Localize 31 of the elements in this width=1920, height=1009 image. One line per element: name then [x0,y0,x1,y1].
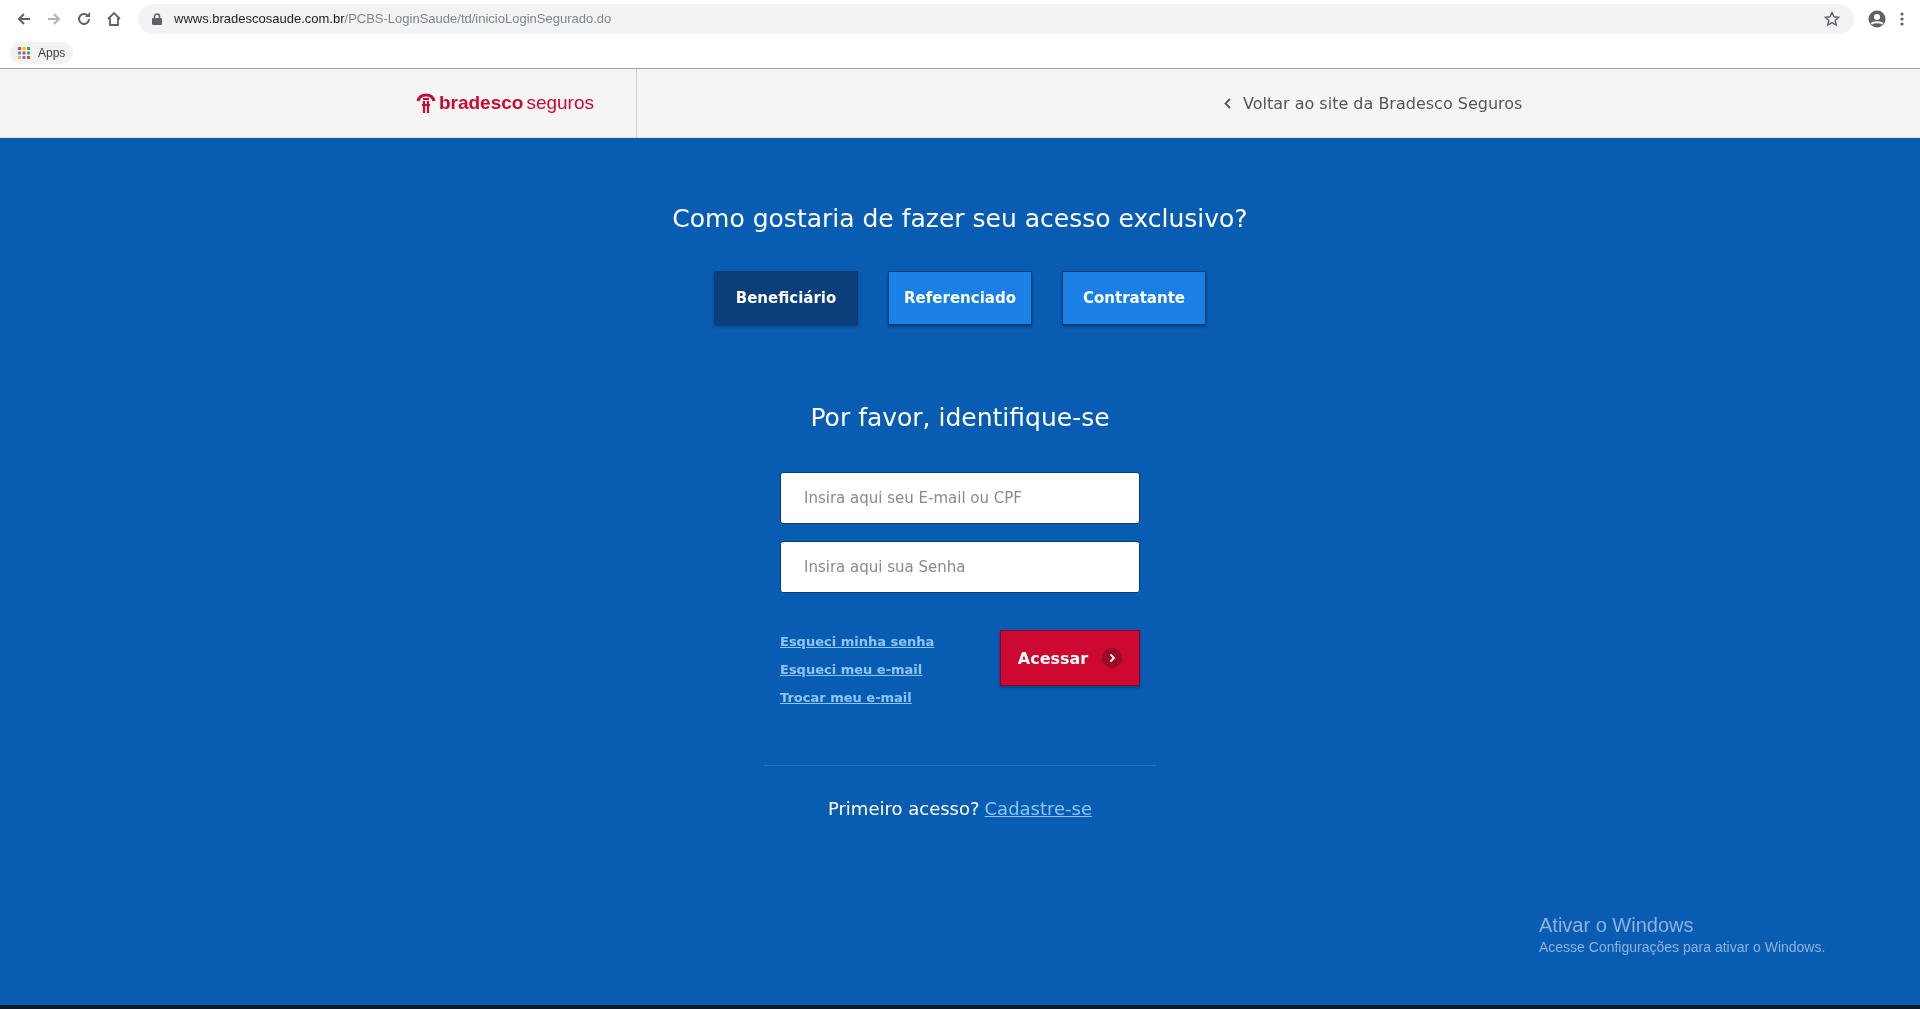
help-link[interactable]: Esqueci meu e-mail [780,662,935,677]
section-heading: Como gostaria de fazer seu acesso exclusivo? [672,204,1248,233]
help-link[interactable]: Trocar meu e-mail [780,690,935,705]
password-field[interactable]: Insira aqui sua Senha [780,541,1140,593]
first-access-text: Primeiro acesso? [827,798,980,819]
lock-icon [152,12,162,25]
chevron-right-circle-icon [1102,648,1123,668]
tree-logo-icon [415,92,436,114]
account-icon[interactable] [1868,9,1886,28]
activation-text: Acesse Configurações para ativar o Windows. [1539,939,1826,955]
user-type-tab[interactable]: Contratante [1062,271,1206,325]
apps-grid-icon [18,46,30,59]
user-type-tab[interactable]: Referenciado [888,271,1032,325]
submit-button[interactable]: Acessar [1000,630,1140,686]
register-link[interactable]: Cadastre-se [984,798,1093,819]
bookmark-button[interactable]: Apps [10,41,74,64]
star-icon[interactable] [1824,10,1840,27]
bradesco-seguros-logo[interactable]: bradesco seguros [415,92,594,114]
activation-title: Ativar o Windows [1539,914,1695,937]
email-cpf-field[interactable]: Insira aqui seu E-mail ou CPF [780,472,1140,524]
address-bar[interactable]: wwws.bradescosaude.com.br/PCBS-LoginSaude/td/inicioLoginSegurado.do [138,3,1854,34]
more-menu-icon[interactable] [1900,11,1904,26]
help-link[interactable]: Esqueci minha senha [780,634,935,649]
chevron-left-icon [1224,97,1231,109]
back-link[interactable]: Voltar ao site da Bradesco Seguros [1224,93,1523,113]
user-type-tab[interactable]: Beneficiário [714,271,858,325]
back-arrow-icon[interactable] [16,10,32,27]
form-heading: Por favor, identifique-se [810,403,1110,432]
reload-icon[interactable] [76,10,92,27]
url-text: wwws.bradescosaude.com.br/PCBS-LoginSaude/td/inicioLoginSegurado.do [174,11,613,26]
home-icon[interactable] [106,10,122,27]
